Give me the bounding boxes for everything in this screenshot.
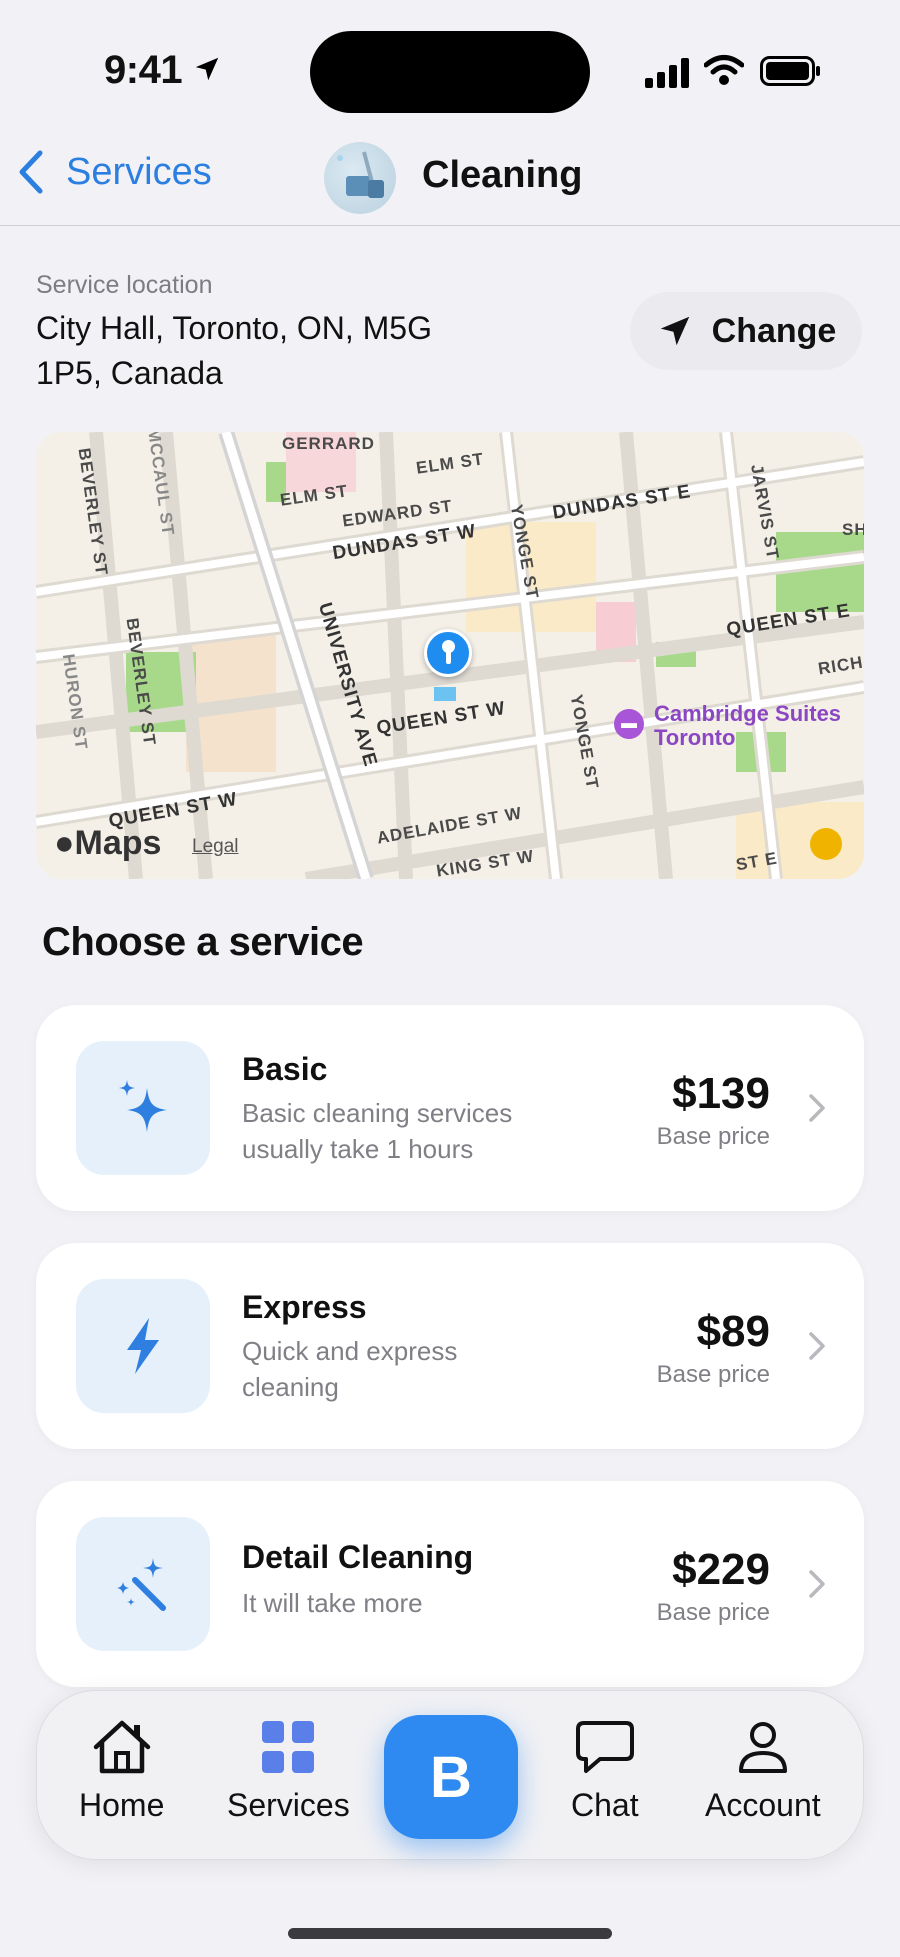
map-poi-label[interactable]: Cambridge Suites Toronto [654,702,864,750]
service-price: $229 [672,1545,770,1594]
service-price-caption: Base price [656,1123,770,1150]
grid-icon [262,1721,315,1773]
chevron-right-icon [809,1332,825,1360]
page-title: Cleaning [422,154,583,196]
cellular-signal-icon [645,58,689,88]
chevron-right-icon [809,1094,825,1122]
service-name: Express [242,1289,367,1325]
tab-account[interactable]: Account [705,1719,821,1824]
location-arrow-icon [660,316,689,346]
tab-chat-label: Chat [571,1787,639,1823]
tab-services[interactable]: Services [227,1719,350,1824]
service-card-basic[interactable]: Basic Basic cleaning services usually ta… [36,1005,864,1211]
service-name: Basic [242,1051,328,1087]
location-arrow-icon [195,57,219,81]
service-location-address: City Hall, Toronto, ON, M5G 1P5, Canada [36,310,432,391]
service-price: $89 [696,1307,770,1356]
location-map[interactable]: GERRARD ELM ST ELM ST EDWARD ST DUNDAS S… [36,432,864,879]
person-icon [738,1722,787,1773]
map-legal-link[interactable]: Legal [192,836,239,858]
wifi-icon [704,55,744,85]
chat-bubble-icon [575,1721,634,1773]
apple-logo-icon: ● [54,824,75,862]
tab-services-label: Services [227,1787,350,1823]
service-description: It will take more [242,1588,423,1618]
battery-icon [760,56,820,86]
back-button-label: Services [66,150,212,193]
chevron-right-icon [809,1570,825,1598]
cleaning-avatar-icon [324,142,396,214]
service-price-caption: Base price [656,1599,770,1626]
navigation-bar: Services Cleaning [0,120,900,226]
hotel-bed-icon[interactable]: ▬ [614,709,644,739]
center-action-label: B [430,1744,472,1810]
magic-wand-icon [117,1558,166,1611]
choose-service-heading: Choose a service [42,920,364,964]
service-description: Quick and express cleaning [242,1336,458,1402]
lightning-icon [127,1318,159,1374]
map-street-label: SH [842,520,864,539]
service-description: Basic cleaning services usually take 1 h… [242,1098,513,1164]
shopping-basket-icon[interactable] [810,828,842,860]
service-price-caption: Base price [656,1361,770,1388]
service-icon-tile [76,1517,210,1651]
change-location-label: Change [711,311,837,350]
change-location-button[interactable]: Change [630,292,862,370]
home-icon [93,1720,150,1774]
chevron-left-icon [19,150,43,194]
tab-home[interactable]: Home [79,1719,164,1824]
back-button[interactable]: Services [18,150,212,194]
service-name: Detail Cleaning [242,1539,474,1575]
status-time: 9:41 [104,48,183,92]
home-indicator[interactable] [288,1928,612,1939]
map-street-label: GERRARD [282,434,375,453]
tab-home-label: Home [79,1787,165,1823]
apple-maps-logo: ●Maps [54,824,162,862]
dynamic-island [310,31,590,113]
service-location-caption: Service location [36,271,213,299]
sparkles-icon [119,1080,167,1132]
service-card-express[interactable]: Express Quick and express cleaning $89 B… [36,1243,864,1449]
tab-chat[interactable]: Chat [571,1719,639,1824]
center-action-button[interactable]: B [384,1715,518,1839]
service-icon-tile [76,1279,210,1413]
service-card-detail-cleaning[interactable]: Detail Cleaning It will take more $229 B… [36,1481,864,1687]
service-icon-tile [76,1041,210,1175]
service-price: $139 [672,1069,770,1118]
map-pin-icon[interactable] [424,629,472,677]
tab-account-label: Account [705,1787,821,1823]
tab-bar: Home Services B Chat Account [36,1690,864,1860]
